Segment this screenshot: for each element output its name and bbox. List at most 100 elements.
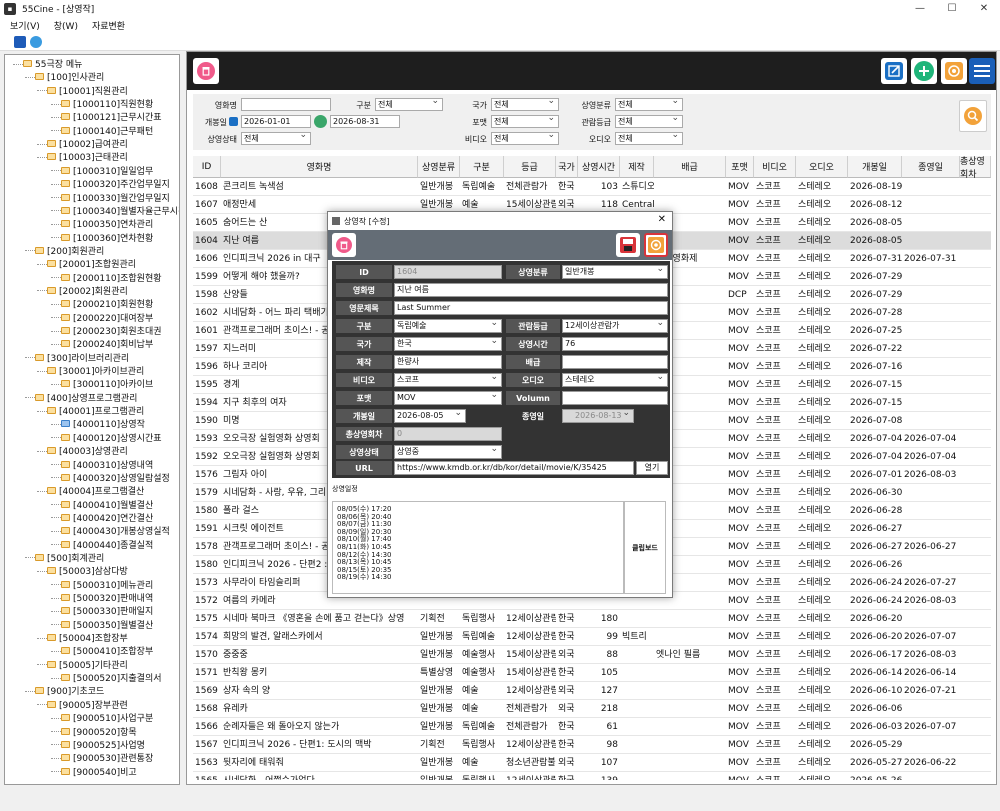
field-close-date[interactable]: 2026-08-13 [562, 409, 634, 423]
column-header[interactable]: 등급 [504, 156, 556, 178]
tree-item[interactable]: [5000410]조합장부 [61, 644, 153, 657]
table-row[interactable]: 1570 중중중 일반개봉 예술행사 15세이상관람가외국 88 엣나인 필름 MOV 스코프 스… [193, 646, 991, 664]
dialog-delete-button[interactable] [332, 233, 356, 257]
field-category[interactable]: 독립예술 [394, 319, 502, 333]
filter-format-select[interactable]: 전체 [491, 115, 559, 128]
table-row[interactable]: 1567 인디피크닉 2026 - 단편1: 도시의 맥박 기획전 독립행사 12세이상… [193, 736, 991, 754]
filter-category-select[interactable]: 전체 [375, 98, 443, 111]
tree-item[interactable]: [10001]직원관리 [47, 84, 128, 97]
field-distributor[interactable] [562, 355, 668, 369]
tree-item[interactable]: [100]인사관리 [35, 70, 104, 83]
field-url[interactable]: https://www.kmdb.or.kr/db/kor/detail/mov… [394, 461, 634, 475]
tree-item[interactable]: [900]기초코드 [35, 684, 104, 697]
tree-item[interactable]: [5000310]메뉴관리 [61, 578, 153, 591]
menu-window[interactable]: 창(W) [54, 19, 78, 32]
tree-item[interactable]: [10002]급여관리 [47, 137, 128, 150]
tree-item[interactable]: [2000240]회비납부 [61, 337, 153, 350]
field-eng-title[interactable]: Last Summer [394, 301, 668, 315]
filter-country-select[interactable]: 전체 [491, 98, 559, 111]
tree-item[interactable]: [300]라이브러리관리 [35, 351, 129, 364]
column-header[interactable]: 상영시간 [578, 156, 620, 178]
tree-item[interactable]: [9000530]관련통장 [61, 751, 153, 764]
table-row[interactable]: 1574 희망의 발견, 알래스카에서 일반개봉 독립예술 12세이상관람가한국 99 빅트… [193, 628, 991, 646]
field-volumn[interactable] [562, 391, 668, 405]
tree-item[interactable]: [1000121]근무시간표 [61, 110, 162, 123]
tree-item[interactable]: [1000330]월간업무일지 [61, 191, 170, 204]
table-row[interactable]: 1566 순례자들은 왜 돌아오지 않는가 일반개봉 독립예술 전체관람가 한국 61 MOV… [193, 718, 991, 736]
table-row[interactable]: 1569 상자 속의 양 일반개봉 예술 12세이상관람가외국 127 MOV 스코프 스테레오… [193, 682, 991, 700]
column-header[interactable]: 영화명 [221, 156, 418, 178]
filter-audio-select[interactable]: 전체 [615, 132, 683, 145]
minimize-icon[interactable]: — [904, 0, 936, 17]
tree-item[interactable]: [30001]아카이브관리 [47, 364, 144, 377]
delete-button[interactable] [193, 58, 219, 84]
field-format[interactable]: MOV [394, 391, 502, 405]
tree-item[interactable]: [40004]프로그램결산 [47, 484, 144, 497]
tree-item[interactable]: 55극장 메뉴 [23, 57, 82, 70]
field-video[interactable]: 스코프 [394, 373, 502, 387]
tree-item[interactable]: [4000110]상영작 [61, 417, 145, 430]
tree-item[interactable]: [90005]장부관련 [47, 698, 128, 711]
tree-item[interactable]: [50005]기타관리 [47, 658, 128, 671]
filter-video-select[interactable]: 전체 [491, 132, 559, 145]
globe-icon[interactable] [30, 35, 42, 48]
tree-item[interactable]: [20001]조합원관리 [47, 257, 136, 270]
tree-item[interactable]: [1000110]직원현황 [61, 97, 153, 110]
tree-item[interactable]: [1000320]주간업무일지 [61, 177, 170, 190]
tree-item[interactable]: [5000350]월별결산 [61, 618, 153, 631]
column-header[interactable]: 상영분류 [418, 156, 460, 178]
tree-item[interactable]: [5000320]판매내역 [61, 591, 153, 604]
menu-button[interactable] [969, 58, 995, 84]
opendate-checkbox[interactable] [229, 117, 238, 126]
tree-item[interactable]: [20002]회원관리 [47, 284, 128, 297]
tree-item[interactable]: [1000350]연차관리 [61, 217, 153, 230]
tree-item[interactable]: [500]회계관리 [35, 551, 104, 564]
date-range-icon[interactable] [314, 115, 327, 128]
table-row[interactable]: 1563 뒷자리에 태워줘 일반개봉 예술 청소년관람불가외국 107 MOV 스코프 스테레오… [193, 754, 991, 772]
tree-item[interactable]: [5000520]지출결의서 [61, 671, 162, 684]
column-header[interactable]: 구분 [460, 156, 504, 178]
dialog-close-icon[interactable]: ✕ [658, 214, 666, 225]
column-header[interactable]: 총상영회차 [960, 156, 991, 180]
tree-item[interactable]: [400]상영프로그램관리 [35, 391, 137, 404]
tree-item[interactable]: [4000120]상영시간표 [61, 431, 162, 444]
tree-item[interactable]: [200]회원관리 [35, 244, 104, 257]
field-open-date[interactable]: 2026-08-05 [394, 409, 466, 423]
column-header[interactable]: 국가 [556, 156, 578, 178]
clipboard-button[interactable]: 클립보드 [624, 501, 666, 594]
column-header[interactable]: 배급 [654, 156, 726, 178]
tree-item[interactable]: [4000310]상영내역 [61, 458, 153, 471]
field-audio[interactable]: 스테레오 [562, 373, 668, 387]
tree-item[interactable]: [1000360]연차현황 [61, 231, 153, 244]
menu-view[interactable]: 보기(V) [10, 19, 40, 32]
open-url-button[interactable]: 열기 [636, 461, 668, 475]
column-header[interactable]: 제작 [620, 156, 654, 178]
table-row[interactable]: 1608 콘크리트 녹색섬 일반개봉 독립예술 전체관람가 한국 103 스튜디오 MOV 스코프… [193, 178, 991, 196]
table-row[interactable]: 1568 유레카 일반개봉 예술 전체관람가 외국 218 MOV 스코프 스테레오 2026-06… [193, 700, 991, 718]
settings-button[interactable] [941, 58, 967, 84]
tree-item[interactable]: [4000410]월별결산 [61, 498, 153, 511]
add-button[interactable] [911, 58, 937, 84]
table-row[interactable]: 1565시네담화 - 어쩔수가없다일반개봉독립행사12세이상관람가한국139 MO… [193, 772, 991, 780]
filter-class-select[interactable]: 전체 [615, 98, 683, 111]
tree-item[interactable]: [1000310]일일업무 [61, 164, 153, 177]
tree-item[interactable]: [1000140]근무패턴 [61, 124, 153, 137]
filter-status-select[interactable]: 전체 [241, 132, 311, 145]
tree-item[interactable]: [4000440]종결실적 [61, 538, 153, 551]
column-header[interactable]: 포맷 [726, 156, 754, 178]
filter-rating-select[interactable]: 전체 [615, 115, 683, 128]
field-screen-class[interactable]: 일반개봉 [562, 265, 668, 279]
tree-item[interactable]: [3000110]아카이브 [61, 377, 153, 390]
tree-item[interactable]: [1000340]월별자율근무시간 [61, 204, 179, 217]
column-header[interactable]: 종영일 [902, 156, 960, 178]
tree-item[interactable]: [9000520]항목 [61, 725, 137, 738]
tree-item[interactable]: [9000540]비고 [61, 765, 137, 778]
tree-item[interactable]: [50004]조합장부 [47, 631, 128, 644]
field-rating[interactable]: 12세이상관람가 [562, 319, 668, 333]
table-row[interactable]: 1575 시네마 북마크 《영혼을 손에 품고 걷는다》상영 기획전 독립행사 12세이… [193, 610, 991, 628]
tree-item[interactable]: [10003]근태관리 [47, 150, 128, 163]
tree-item[interactable]: [9000525]사업명 [61, 738, 145, 751]
edit-button[interactable] [881, 58, 907, 84]
field-country[interactable]: 한국 [394, 337, 502, 351]
schedule-list[interactable]: 08/05(수) 17:20 08/06(목) 20:40 08/07(금) 11:… [332, 501, 624, 594]
